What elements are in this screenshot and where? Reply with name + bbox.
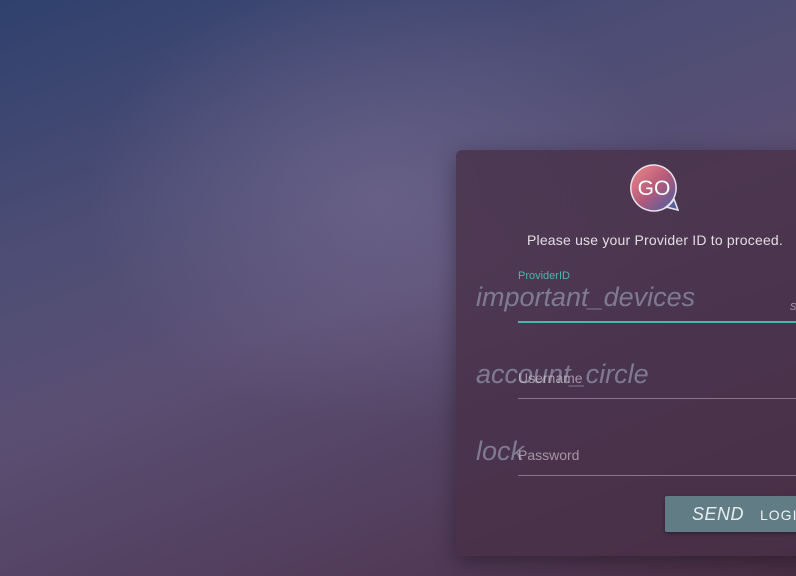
instruction-text: Please use your Provider ID to proceed. bbox=[526, 232, 784, 248]
logo-text: GO bbox=[638, 177, 671, 200]
password-input[interactable] bbox=[518, 443, 796, 469]
action-button-group: SEND LOGI bbox=[665, 496, 796, 532]
provider-id-underline bbox=[518, 321, 796, 323]
go-logo: GO bbox=[630, 164, 680, 212]
username-underline bbox=[518, 398, 796, 399]
provider-id-label: ProviderID bbox=[518, 270, 570, 282]
provider-id-input[interactable] bbox=[518, 290, 796, 316]
lock-icon: lock bbox=[476, 436, 525, 466]
username-input[interactable] bbox=[518, 366, 796, 392]
login-button[interactable]: LOGI bbox=[760, 507, 796, 523]
provider-suffix: s bbox=[790, 298, 796, 313]
password-underline bbox=[518, 475, 796, 476]
login-card: GO Please use your Provider ID to procee… bbox=[456, 150, 796, 556]
send-button[interactable]: SEND bbox=[692, 504, 744, 525]
